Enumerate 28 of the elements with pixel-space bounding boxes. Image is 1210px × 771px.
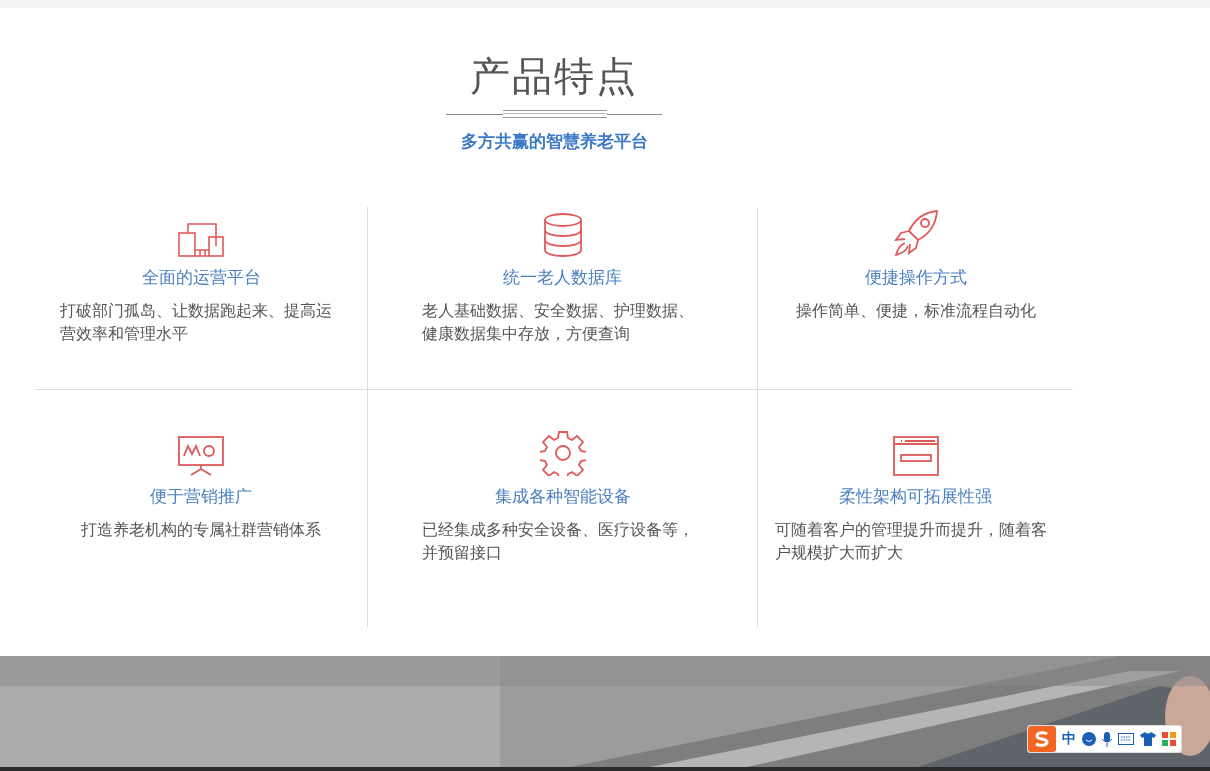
devices-icon [178,223,224,257]
feature-description: 老人基础数据、安全数据、护理数据、健康数据集中存放，方便查询 [421,300,695,345]
window-icon [892,436,939,476]
input-mode[interactable]: 中 [1062,730,1076,748]
section-subtitle: 多方共赢的智慧养老平台 [460,130,648,153]
shirt-icon[interactable] [1140,732,1156,746]
feature-description: 可随着客户的管理提升而提升，随着客户规模扩大而扩大 [774,519,1048,564]
input-method-logo-icon [1028,726,1056,752]
grid-icon[interactable] [1162,732,1176,746]
database-icon [542,213,583,257]
microphone-icon[interactable] [1102,731,1112,747]
feature-title: 便捷操作方式 [864,266,967,289]
feature-description: 已经集成多种安全设备、医疗设备等，并预留接口 [421,519,695,564]
feature-title: 全面的运营平台 [141,266,261,289]
presentation-board-icon [178,436,224,476]
keyboard-icon[interactable] [1118,733,1134,745]
feature-title: 集成各种智能设备 [494,485,631,508]
feature-description: 操作简单、便捷，标准流程自动化 [795,300,1036,322]
section-title: 产品特点 [470,52,638,101]
feature-description: 打破部门孤岛、让数据跑起来、提高运营效率和管理水平 [60,300,334,345]
gear-icon [539,430,586,476]
smiley-icon[interactable] [1082,732,1096,746]
rocket-icon [892,209,939,257]
feature-title: 统一老人数据库 [503,266,622,289]
feature-title: 便于营销推广 [150,485,252,508]
input-method-toolbar[interactable]: 中 [1027,725,1182,753]
feature-title: 柔性架构可拓展性强 [839,485,992,508]
feature-description: 打造养老机构的专属社群营销体系 [81,519,321,541]
